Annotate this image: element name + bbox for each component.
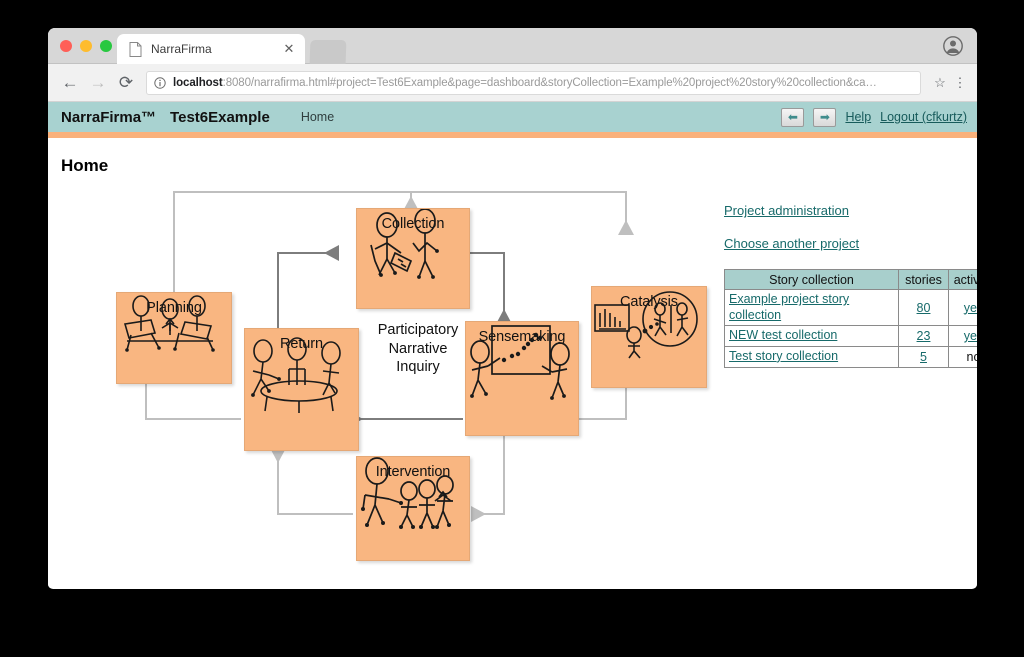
table-header-row: Story collection stories active?	[725, 270, 978, 290]
page-content: Planning	[48, 176, 977, 589]
app-header-actions: ⬅ ➡ Help Logout (cfkurtz)	[781, 102, 967, 132]
page-title: Home	[61, 156, 977, 176]
active-flag-link[interactable]: yes	[964, 301, 977, 315]
table-body: Example project story collection 80 yes …	[725, 290, 978, 368]
story-count-link[interactable]: 5	[920, 350, 927, 364]
pni-cycle-diagram: Planning	[108, 176, 718, 589]
person-addressing-group-icon	[357, 457, 463, 531]
person-recording-story-icon	[357, 209, 463, 279]
arrow-right-icon[interactable]: →	[84, 69, 112, 97]
chart-and-group-circle-icon	[592, 287, 702, 359]
table-row: Test story collection 5 no	[725, 346, 978, 367]
people-around-table-icon	[245, 329, 353, 419]
browser-tab-strip: NarraFirma ✕	[48, 28, 977, 64]
app-project-name: Test6Example	[170, 109, 270, 126]
pni-center-label: Participatory Narrative Inquiry	[353, 321, 483, 377]
profile-avatar-icon[interactable]	[943, 36, 963, 56]
help-link[interactable]: Help	[845, 110, 871, 124]
logout-link[interactable]: Logout (cfkurtz)	[880, 110, 967, 124]
pni-box-catalysis[interactable]: Catalysis	[591, 286, 707, 388]
reload-icon[interactable]: ⟳	[112, 69, 140, 97]
maximize-window-button[interactable]	[100, 40, 112, 52]
close-icon[interactable]: ✕	[281, 41, 297, 57]
cell-story-count: 23	[899, 326, 949, 347]
table-row: NEW test collection 23 yes	[725, 326, 978, 347]
new-tab-slot[interactable]	[310, 40, 347, 64]
cell-story-count: 80	[899, 290, 949, 326]
story-count-link[interactable]: 80	[917, 301, 931, 315]
pni-center-line-2: Narrative	[353, 340, 483, 359]
pni-box-planning[interactable]: Planning	[116, 292, 232, 384]
cell-active-flag: no	[949, 346, 978, 367]
column-header-stories: stories	[899, 270, 949, 290]
cell-story-count: 5	[899, 346, 949, 367]
table-row: Example project story collection 80 yes	[725, 290, 978, 326]
collection-name-link[interactable]: Example project story collection	[729, 292, 849, 322]
table-head: Story collection stories active?	[725, 270, 978, 290]
active-flag-link[interactable]: yes	[964, 329, 977, 343]
story-count-link[interactable]: 23	[917, 329, 931, 343]
close-window-button[interactable]	[60, 40, 72, 52]
star-icon[interactable]: ☆	[929, 75, 951, 91]
minimize-window-button[interactable]	[80, 40, 92, 52]
project-administration-link[interactable]: Project administration	[724, 203, 977, 218]
breadcrumb: Home	[301, 110, 334, 124]
info-circle-icon[interactable]	[154, 77, 166, 89]
address-bar[interactable]: localhost:8080/narrafirma.html#project=T…	[146, 71, 921, 95]
pni-center-line-3: Inquiry	[353, 358, 483, 377]
history-back-button[interactable]: ⬅	[781, 108, 804, 127]
arrow-left-icon[interactable]: ←	[56, 69, 84, 97]
pni-box-intervention[interactable]: Intervention	[356, 456, 470, 561]
browser-tab[interactable]: NarraFirma ✕	[117, 34, 305, 64]
column-header-story-collection: Story collection	[725, 270, 899, 290]
cell-collection-name: Example project story collection	[725, 290, 899, 326]
cell-collection-name: Test story collection	[725, 346, 899, 367]
app-accent-stripe	[48, 132, 977, 138]
story-collections-table: Story collection stories active? Example…	[724, 269, 977, 368]
history-forward-button[interactable]: ➡	[813, 108, 836, 127]
choose-another-project-link[interactable]: Choose another project	[724, 236, 977, 251]
kebab-menu-icon[interactable]: ⋮	[951, 75, 969, 91]
browser-toolbar: ← → ⟳ localhost:8080/narrafirma.html#pro…	[48, 64, 977, 102]
address-bar-url: localhost:8080/narrafirma.html#project=T…	[173, 77, 877, 89]
pni-box-return[interactable]: Return	[244, 328, 359, 451]
active-flag-value: no	[967, 350, 977, 364]
three-people-at-desks-icon	[117, 293, 225, 355]
app-brand: NarraFirma™	[61, 109, 156, 126]
browser-tab-title: NarraFirma	[151, 42, 281, 56]
pni-box-collection[interactable]: Collection	[356, 208, 470, 309]
url-path: :8080/narrafirma.html#project=Test6Examp…	[223, 77, 877, 89]
app-header-bar: NarraFirma™ Test6Example Home ⬅ ➡ Help L…	[48, 102, 977, 132]
narrafirma-app: NarraFirma™ Test6Example Home ⬅ ➡ Help L…	[48, 102, 977, 588]
browser-window: NarraFirma ✕ ← → ⟳ localhost:8080/narraf…	[48, 28, 977, 589]
dashboard-side-panel: Project administration Choose another pr…	[724, 203, 977, 368]
cell-active-flag: yes	[949, 326, 978, 347]
url-host: localhost	[173, 77, 223, 89]
cell-active-flag: yes	[949, 290, 978, 326]
page-icon	[129, 42, 142, 57]
collection-name-link[interactable]: Test story collection	[729, 349, 838, 363]
window-traffic-lights	[60, 40, 112, 52]
column-header-active: active?	[949, 270, 978, 290]
collection-name-link[interactable]: NEW test collection	[729, 328, 837, 342]
pni-center-line-1: Participatory	[353, 321, 483, 340]
cell-collection-name: NEW test collection	[725, 326, 899, 347]
